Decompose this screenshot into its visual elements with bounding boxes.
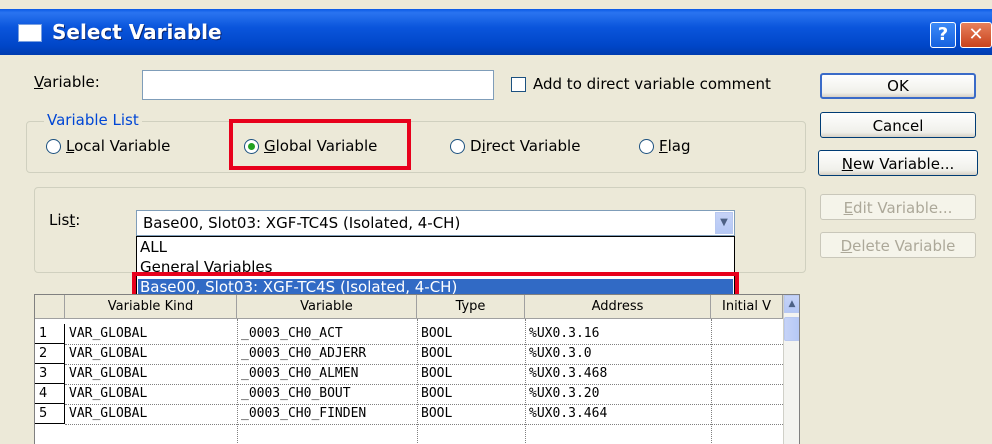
scroll-up-icon[interactable]: ▲ (784, 295, 799, 313)
table-cell-kind[interactable]: VAR_GLOBAL (65, 344, 237, 364)
table-cell-type[interactable]: BOOL (417, 324, 525, 344)
table-cell-variable[interactable]: _0003_CH0_ACT (237, 324, 417, 344)
table-cell-kind[interactable]: VAR_GLOBAL (65, 404, 237, 424)
row-divider (65, 424, 785, 425)
row-number[interactable]: 2 (35, 344, 65, 364)
table-cell-address[interactable]: %UX0.3.464 (525, 404, 711, 424)
scrollbar-thumb[interactable] (784, 317, 799, 341)
table-cell-kind[interactable]: VAR_GLOBAL (65, 364, 237, 384)
new-variable-button[interactable]: New Variable... (818, 150, 978, 176)
local-variable-radio[interactable] (46, 139, 61, 154)
add-comment-checkbox[interactable] (511, 77, 526, 92)
flag-radio[interactable] (639, 139, 654, 154)
variable-table: Variable Kind Variable Type Address Init… (34, 294, 800, 444)
add-comment-label: Add to direct variable comment (533, 75, 771, 93)
variable-input[interactable] (142, 70, 494, 100)
table-cell-type[interactable]: BOOL (417, 364, 525, 384)
global-variable-radio[interactable] (244, 139, 259, 154)
column-divider (711, 319, 712, 444)
table-scrollbar[interactable]: ▲ (783, 295, 799, 444)
column-header-type[interactable]: Type (417, 295, 525, 319)
row-number[interactable]: 4 (35, 384, 65, 404)
direct-variable-radio[interactable] (450, 139, 465, 154)
table-cell-kind[interactable]: VAR_GLOBAL (65, 384, 237, 404)
flag-label: Flag (659, 137, 691, 155)
direct-variable-label: Direct Variable (470, 137, 581, 155)
cancel-button[interactable]: Cancel (820, 112, 976, 138)
table-cell-address[interactable]: %UX0.3.20 (525, 384, 711, 404)
ok-button[interactable]: OK (820, 73, 976, 99)
column-header-variable[interactable]: Variable (237, 295, 417, 319)
table-cell-variable[interactable]: _0003_CH0_ADJERR (237, 344, 417, 364)
dropdown-option-all[interactable]: ALL (140, 239, 167, 255)
table-cell-variable[interactable]: _0003_CH0_BOUT (237, 384, 417, 404)
table-cell-variable[interactable]: _0003_CH0_ALMEN (237, 364, 417, 384)
window-title: Select Variable (52, 20, 222, 44)
delete-variable-button[interactable]: Delete Variable (820, 232, 976, 258)
help-button[interactable]: ? (930, 22, 956, 48)
table-cell-type[interactable]: BOOL (417, 344, 525, 364)
edit-variable-button[interactable]: Edit Variable... (820, 194, 976, 220)
list-combobox-value: Base00, Slot03: XGF-TC4S (Isolated, 4-CH… (143, 214, 461, 232)
table-cell-address[interactable]: %UX0.3.468 (525, 364, 711, 384)
column-header-initial[interactable]: Initial V (711, 295, 783, 319)
row-number[interactable]: 1 (35, 324, 65, 344)
list-label: List: (49, 211, 81, 229)
table-cell-address[interactable]: %UX0.3.16 (525, 324, 711, 344)
global-variable-label: Global Variable (264, 137, 378, 155)
local-variable-label: Local Variable (66, 137, 171, 155)
table-cell-kind[interactable]: VAR_GLOBAL (65, 324, 237, 344)
close-button[interactable]: ✕ (960, 22, 992, 48)
table-cell-variable[interactable]: _0003_CH0_FINDEN (237, 404, 417, 424)
row-number[interactable]: 3 (35, 364, 65, 384)
variable-label: Variable: (34, 73, 100, 91)
row-number[interactable]: 5 (35, 404, 65, 424)
column-header-kind[interactable]: Variable Kind (65, 295, 237, 319)
column-header-address[interactable]: Address (525, 295, 711, 319)
title-bar[interactable]: Select Variable ? ✕ (0, 9, 992, 55)
variable-list-legend: Variable List (44, 111, 142, 129)
window-icon (18, 24, 42, 42)
table-cell-type[interactable]: BOOL (417, 404, 525, 424)
list-combobox[interactable]: Base00, Slot03: XGF-TC4S (Isolated, 4-CH… (136, 210, 735, 236)
table-cell-type[interactable]: BOOL (417, 384, 525, 404)
row-number-header (35, 295, 65, 319)
table-cell-address[interactable]: %UX0.3.0 (525, 344, 711, 364)
chevron-down-icon[interactable]: ▼ (715, 212, 733, 234)
select-variable-dialog: Select Variable ? ✕ Variable: Add to dir… (0, 0, 992, 444)
